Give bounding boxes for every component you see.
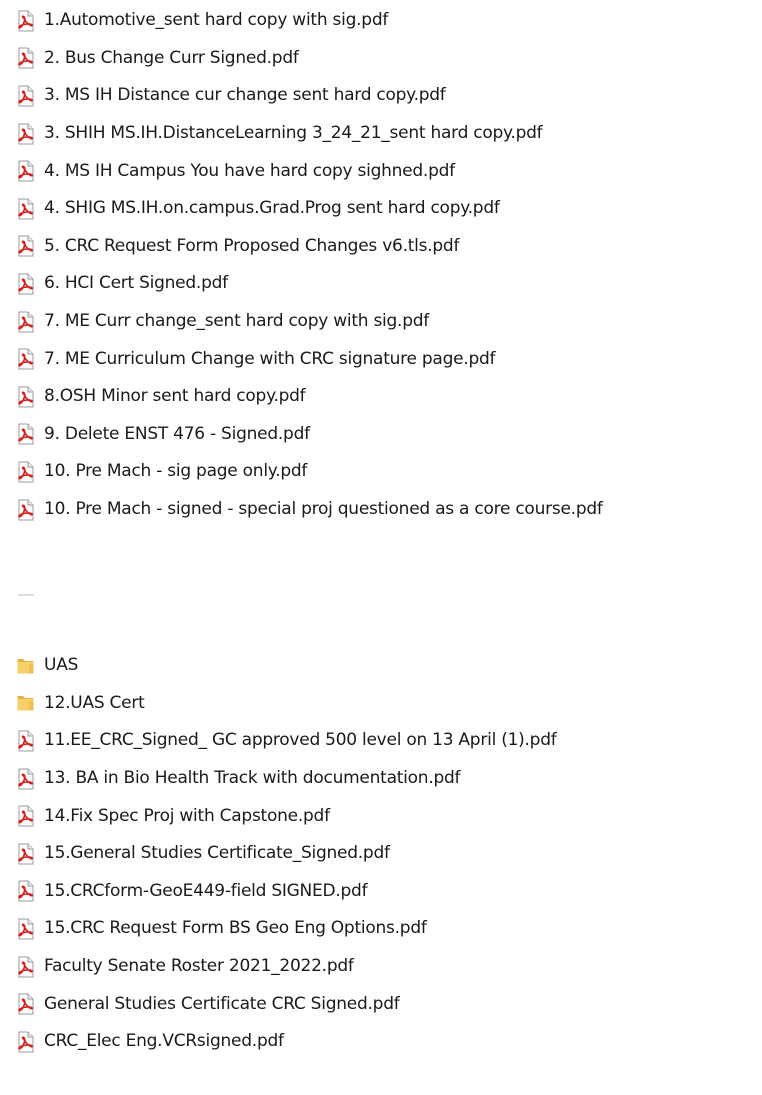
file-name: 15.CRC Request Form BS Geo Eng Options.p… [44,918,427,939]
pdf-icon [16,461,36,483]
file-name: 8.OSH Minor sent hard copy.pdf [44,386,306,407]
file-row[interactable]: 15.CRCform-GeoE449-field SIGNED.pdf [0,873,762,911]
file-row[interactable]: 11.EE_CRC_Signed_ GC approved 500 level … [0,722,762,760]
file-row[interactable]: 15.CRC Request Form BS Geo Eng Options.p… [0,910,762,948]
pdf-icon [16,386,36,408]
pdf-icon [16,423,36,445]
file-name: 10. Pre Mach - sig page only.pdf [44,461,308,482]
file-name: 3. SHIH MS.IH.DistanceLearning 3_24_21_s… [44,123,543,144]
file-name: 10. Pre Mach - signed - special proj que… [44,499,603,520]
pdf-icon [16,880,36,902]
file-list-bottom: UAS 12.UAS Cert 11.EE_CRC_Signed_ GC app… [0,647,762,1061]
pdf-icon [16,198,36,220]
file-row[interactable]: 12.UAS Cert [0,685,762,723]
file-name: Faculty Senate Roster 2021_2022.pdf [44,956,354,977]
file-row[interactable]: 14.Fix Spec Proj with Capstone.pdf [0,797,762,835]
file-name: 3. MS IH Distance cur change sent hard c… [44,85,446,106]
pdf-icon [16,730,36,752]
file-name: 13. BA in Bio Health Track with document… [44,768,461,789]
file-name: 1.Automotive_sent hard copy with sig.pdf [44,10,389,31]
file-name: 2. Bus Change Curr Signed.pdf [44,47,299,68]
file-row[interactable]: UAS [0,647,762,685]
file-name: 7. ME Curriculum Change with CRC signatu… [44,348,496,369]
file-row[interactable]: 1.Automotive_sent hard copy with sig.pdf [0,2,762,40]
folder-icon [16,655,36,677]
pdf-icon [16,311,36,333]
pdf-icon [16,843,36,865]
file-name: 4. MS IH Campus You have hard copy sighn… [44,160,455,181]
pdf-icon [16,499,36,521]
file-row[interactable]: 7. ME Curriculum Change with CRC signatu… [0,340,762,378]
file-row[interactable]: General Studies Certificate CRC Signed.p… [0,985,762,1023]
file-row[interactable]: 4. MS IH Campus You have hard copy sighn… [0,152,762,190]
file-name: 12.UAS Cert [44,692,145,713]
pdf-icon [16,85,36,107]
pdf-icon [16,273,36,295]
file-row[interactable]: 13. BA in Bio Health Track with document… [0,760,762,798]
pdf-icon [16,348,36,370]
pdf-icon [16,956,36,978]
file-name: 9. Delete ENST 476 - Signed.pdf [44,423,310,444]
file-row[interactable]: 2. Bus Change Curr Signed.pdf [0,40,762,78]
file-row[interactable]: Faculty Senate Roster 2021_2022.pdf [0,948,762,986]
pdf-icon [16,235,36,257]
file-row[interactable]: 10. Pre Mach - sig page only.pdf [0,453,762,491]
file-row[interactable]: 9. Delete ENST 476 - Signed.pdf [0,416,762,454]
file-row[interactable]: 5. CRC Request Form Proposed Changes v6.… [0,228,762,266]
file-name: 5. CRC Request Form Proposed Changes v6.… [44,235,460,256]
file-name: UAS [44,655,79,676]
pdf-icon [16,47,36,69]
file-list-top: 1.Automotive_sent hard copy with sig.pdf… [0,2,762,528]
pdf-icon [16,805,36,827]
pdf-icon [16,123,36,145]
file-name: General Studies Certificate CRC Signed.p… [44,993,400,1014]
file-name: 15.CRCform-GeoE449-field SIGNED.pdf [44,880,368,901]
file-name: 14.Fix Spec Proj with Capstone.pdf [44,805,330,826]
file-row[interactable]: 7. ME Curr change_sent hard copy with si… [0,303,762,341]
file-name: 6. HCI Cert Signed.pdf [44,273,228,294]
folder-icon [16,692,36,714]
file-row[interactable]: 3. MS IH Distance cur change sent hard c… [0,77,762,115]
file-row[interactable]: 8.OSH Minor sent hard copy.pdf [0,378,762,416]
pdf-icon [16,160,36,182]
pdf-icon [16,10,36,32]
file-row[interactable]: 3. SHIH MS.IH.DistanceLearning 3_24_21_s… [0,115,762,153]
file-name: 11.EE_CRC_Signed_ GC approved 500 level … [44,730,557,751]
pdf-icon [16,993,36,1015]
file-row[interactable]: 10. Pre Mach - signed - special proj que… [0,491,762,529]
file-row[interactable]: 4. SHIG MS.IH.on.campus.Grad.Prog sent h… [0,190,762,228]
file-row[interactable]: 15.General Studies Certificate_Signed.pd… [0,835,762,873]
partial-row-divider [18,594,34,596]
pdf-icon [16,918,36,940]
file-name: 4. SHIG MS.IH.on.campus.Grad.Prog sent h… [44,198,500,219]
pdf-icon [16,768,36,790]
file-name: 7. ME Curr change_sent hard copy with si… [44,311,430,332]
file-row[interactable]: 6. HCI Cert Signed.pdf [0,265,762,303]
file-name: 15.General Studies Certificate_Signed.pd… [44,843,390,864]
file-name: CRC_Elec Eng.VCRsigned.pdf [44,1031,284,1052]
file-row[interactable]: CRC_Elec Eng.VCRsigned.pdf [0,1023,762,1061]
pdf-icon [16,1031,36,1053]
